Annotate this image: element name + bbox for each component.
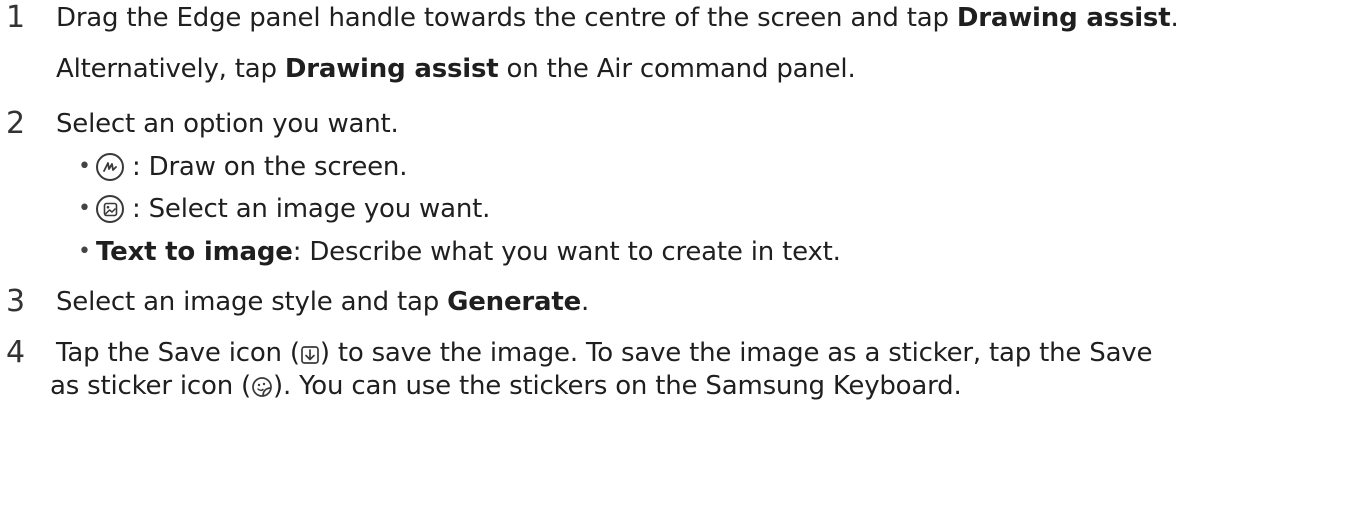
step-number: 1 — [6, 0, 25, 35]
bold-term: Drawing assist — [284, 54, 499, 84]
option-text: Text to image: Describe what you want to… — [96, 236, 841, 268]
option-text: : Select an image you want. — [96, 193, 490, 225]
sticker-icon — [251, 374, 273, 406]
text-span: . — [1170, 3, 1179, 33]
step-text: Alternatively, tap Drawing assist on the… — [56, 53, 856, 85]
option-label: : Select an image you want. — [132, 194, 491, 224]
bold-term: Generate — [447, 287, 582, 317]
bullet: • — [78, 154, 91, 179]
save-icon — [300, 341, 320, 373]
step-text: Drag the Edge panel handle towards the c… — [56, 2, 1179, 34]
step-text: Tap the Save icon ( ) to save the image. … — [56, 337, 1152, 373]
step-text: Select an image style and tap Generate. — [56, 286, 589, 318]
bullet: • — [78, 196, 91, 221]
bold-term: Text to image — [96, 237, 293, 267]
bullet: • — [78, 239, 91, 264]
text-span: . — [581, 287, 590, 317]
text-span: on the Air command panel. — [498, 54, 856, 84]
step-text: Select an option you want. — [56, 109, 399, 139]
text-span: Select an image style and tap — [56, 287, 448, 317]
step-number: 4 — [6, 335, 25, 370]
bold-term: Drawing assist — [956, 3, 1171, 33]
text-span: Tap the Save icon ( — [56, 338, 300, 368]
image-icon — [96, 195, 124, 223]
option-text: : Draw on the screen. — [96, 151, 407, 183]
step-number: 3 — [6, 284, 25, 319]
step-text: as sticker icon ( ). You can use the stic… — [50, 370, 962, 406]
option-label: : Describe what you want to create in te… — [292, 237, 841, 267]
text-span: ) to save the image. To save the image a… — [319, 338, 1153, 368]
text-span: as sticker icon ( — [50, 371, 251, 401]
text-span: ). You can use the stickers on the Samsu… — [273, 371, 962, 401]
text-span: Alternatively, tap — [56, 54, 285, 84]
pen-icon — [96, 153, 124, 181]
option-label: : Draw on the screen. — [132, 152, 408, 182]
text-span: Drag the Edge panel handle towards the c… — [56, 3, 957, 33]
step-number: 2 — [6, 106, 25, 141]
